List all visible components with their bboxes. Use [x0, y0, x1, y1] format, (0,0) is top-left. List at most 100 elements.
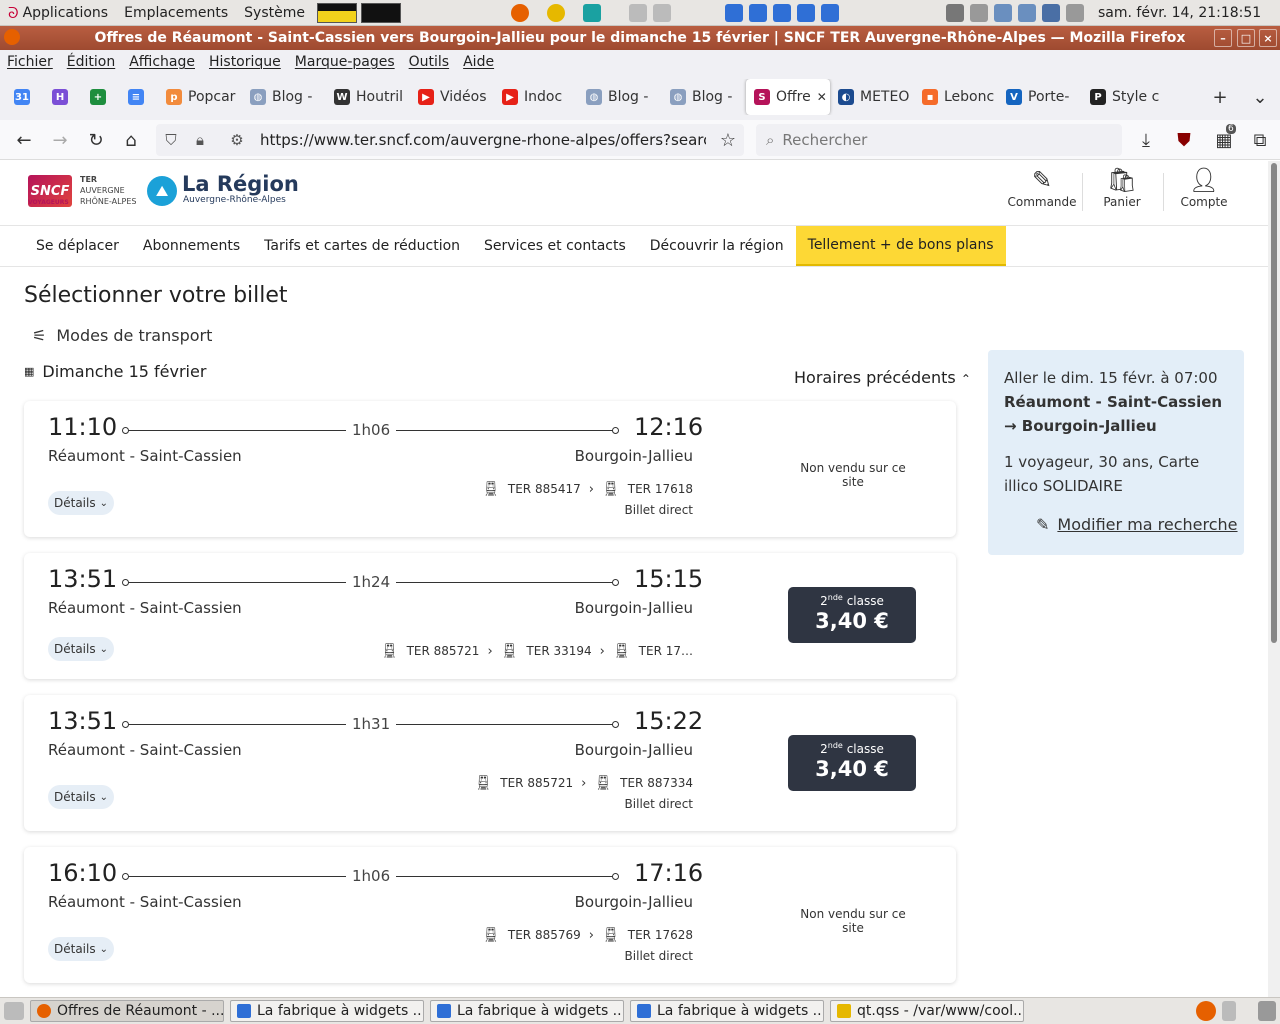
train-icon: 🚆︎ [380, 643, 399, 659]
tab-1[interactable]: H [44, 79, 82, 115]
tab-4[interactable]: p Popcar [158, 79, 242, 115]
reload-icon[interactable]: ↻ [78, 124, 114, 156]
price-button[interactable]: 2nde classe 3,40 € [788, 587, 916, 643]
taskbar-item[interactable]: qt.qss - /var/www/cool... [830, 1000, 1024, 1022]
bookmark-star-icon[interactable]: ☆ [720, 130, 736, 151]
journey-card[interactable]: 16:10 17:16 1h06 Réaumont - Saint-Cassien Bo… [24, 847, 956, 983]
tool2-launcher-icon[interactable] [652, 3, 671, 22]
app-launcher-icon[interactable] [546, 3, 565, 22]
tab-13[interactable]: ▪ Lebonc [914, 79, 998, 115]
places-menu[interactable]: Emplacements [116, 5, 236, 21]
menu-tools[interactable]: Outils [402, 54, 456, 70]
details-button[interactable]: Détails ⌄ [48, 937, 114, 961]
home-icon[interactable]: ⌂ [113, 124, 149, 156]
extension-puzzle-icon[interactable]: ⧉ [1242, 124, 1278, 156]
sleep-icon[interactable] [1042, 3, 1060, 22]
command-button[interactable]: ✎ Commande [1002, 165, 1082, 209]
nav-decouvrir[interactable]: Découvrir la région [638, 226, 796, 266]
transport-modes-button[interactable]: ⚟ Modes de transport [32, 326, 212, 345]
close-tab-icon[interactable]: ✕ [817, 90, 827, 104]
forward-icon[interactable]: → [42, 124, 78, 156]
menu-bookmarks[interactable]: Marque-pages [288, 54, 402, 70]
tab-14[interactable]: V Porte- [998, 79, 1082, 115]
search-input[interactable]: ⌕ Rechercher [756, 124, 1122, 156]
system-menu[interactable]: Système [236, 5, 313, 21]
tab-2[interactable]: + [82, 79, 120, 115]
tab-7[interactable]: ▶ Vidéos [410, 79, 494, 115]
tab-label: Houtril [356, 89, 403, 105]
tab-15[interactable]: P Style c [1082, 79, 1166, 115]
new-tab-icon[interactable]: + [1202, 81, 1238, 113]
tab-3[interactable]: ≡ [120, 79, 158, 115]
workspace-5-icon[interactable] [820, 3, 839, 22]
volume-icon[interactable] [970, 3, 988, 22]
tab-11[interactable]: S Offre ✕ [746, 79, 830, 115]
region-logo-icon[interactable]: ⛰ [147, 176, 177, 206]
journey-card[interactable]: 11:10 12:16 1h06 Réaumont - Saint-Cassien Bo… [24, 401, 956, 537]
trash-icon[interactable] [1258, 1001, 1276, 1021]
workspace-1-icon[interactable] [724, 3, 743, 22]
close-window-icon[interactable]: × [1259, 29, 1277, 47]
tab-12[interactable]: ◐ METEO [830, 79, 914, 115]
account-button[interactable]: 👤︎ Compte [1164, 165, 1244, 209]
nav-tarifs[interactable]: Tarifs et cartes de réduction [252, 226, 472, 266]
edit-tool-icon[interactable] [1018, 3, 1036, 22]
tab-5[interactable]: ◍ Blog - [242, 79, 326, 115]
workspace-3-icon[interactable] [772, 3, 791, 22]
tab-8[interactable]: ▶ Indoc [494, 79, 578, 115]
permissions-icon[interactable]: ⚙ [214, 131, 260, 149]
details-button[interactable]: Détails ⌄ [48, 491, 114, 515]
workspace-2-icon[interactable] [748, 3, 767, 22]
modify-search-link[interactable]: ✎ Modifier ma recherche [1036, 513, 1238, 537]
maximize-icon[interactable]: □ [1237, 29, 1255, 47]
minimize-icon[interactable]: – [1214, 29, 1232, 47]
journey-card[interactable]: 13:51 15:15 1h24 Réaumont - Saint-Cassien Bo… [24, 553, 956, 679]
shield-icon[interactable]: ⛉ [156, 131, 186, 149]
scrollbar-thumb[interactable] [1271, 163, 1277, 643]
taskbar-item[interactable]: Offres de Réaumont - ... [30, 1000, 224, 1022]
menu-view[interactable]: Affichage [122, 54, 202, 70]
cart-button[interactable]: 🛍︎ Panier [1082, 165, 1162, 209]
taskbar-item[interactable]: La fabrique à widgets ... [630, 1000, 824, 1022]
previous-times-button[interactable]: Horaires précédents ⌃ [794, 368, 971, 387]
workspace-4-icon[interactable] [796, 3, 815, 22]
taskbar-item[interactable]: La fabrique à widgets ... [430, 1000, 624, 1022]
details-button[interactable]: Détails ⌄ [48, 637, 114, 661]
editor-launcher-icon[interactable] [582, 3, 601, 22]
back-icon[interactable]: ← [6, 124, 42, 156]
url-bar[interactable]: ⛉ 🔒︎ ⚙ https://www.ter.sncf.com/auvergne… [156, 124, 744, 156]
firefox-tray-icon[interactable] [1196, 1001, 1216, 1021]
extensions-icon[interactable]: ▦ 6 [1206, 124, 1242, 156]
menu-history[interactable]: Historique [202, 54, 288, 70]
display-icon[interactable] [946, 3, 964, 22]
tab-0[interactable]: 31 [6, 79, 44, 115]
tab-10[interactable]: ◍ Blog - [662, 79, 746, 115]
details-button[interactable]: Détails ⌄ [48, 785, 114, 809]
tab-6[interactable]: W Houtril [326, 79, 410, 115]
nav-bons-plans[interactable]: Tellement + de bons plans [795, 226, 1006, 266]
tab-9[interactable]: ◍ Blog - [578, 79, 662, 115]
menu-file[interactable]: Fichier [0, 54, 60, 70]
applications-menu[interactable]: ᘐ Applications [0, 4, 116, 22]
arrival-time: 15:15 [634, 565, 704, 593]
workspace-switcher[interactable] [1222, 1001, 1236, 1021]
nav-abonnements[interactable]: Abonnements [131, 226, 252, 266]
taskbar-item[interactable]: La fabrique à widgets ... [230, 1000, 424, 1022]
price-button[interactable]: 2nde classe 3,40 € [788, 735, 916, 791]
menu-edit[interactable]: Édition [60, 54, 122, 70]
journey-card[interactable]: 13:51 15:22 1h31 Réaumont - Saint-Cassien Bo… [24, 695, 956, 831]
tool-launcher-icon[interactable] [628, 3, 647, 22]
show-desktop-icon[interactable] [4, 1002, 24, 1020]
nav-services[interactable]: Services et contacts [472, 226, 638, 266]
clock[interactable]: sam. févr. 14, 21:18:51 [1098, 5, 1261, 21]
menu-help[interactable]: Aide [456, 54, 501, 70]
lock-icon[interactable]: 🔒︎ [186, 131, 214, 149]
tab-list-chevron-icon[interactable]: ⌄ [1242, 81, 1278, 113]
ublock-icon[interactable]: ⛊ [1166, 124, 1202, 156]
nav-se-deplacer[interactable]: Se déplacer [24, 226, 131, 266]
downloads-icon[interactable]: ⤓ [1128, 124, 1164, 156]
search-tool-icon[interactable] [994, 3, 1012, 22]
sound-icon[interactable] [1066, 3, 1084, 22]
page-scrollbar[interactable] [1268, 161, 1280, 997]
firefox-launcher-icon[interactable] [510, 3, 529, 22]
